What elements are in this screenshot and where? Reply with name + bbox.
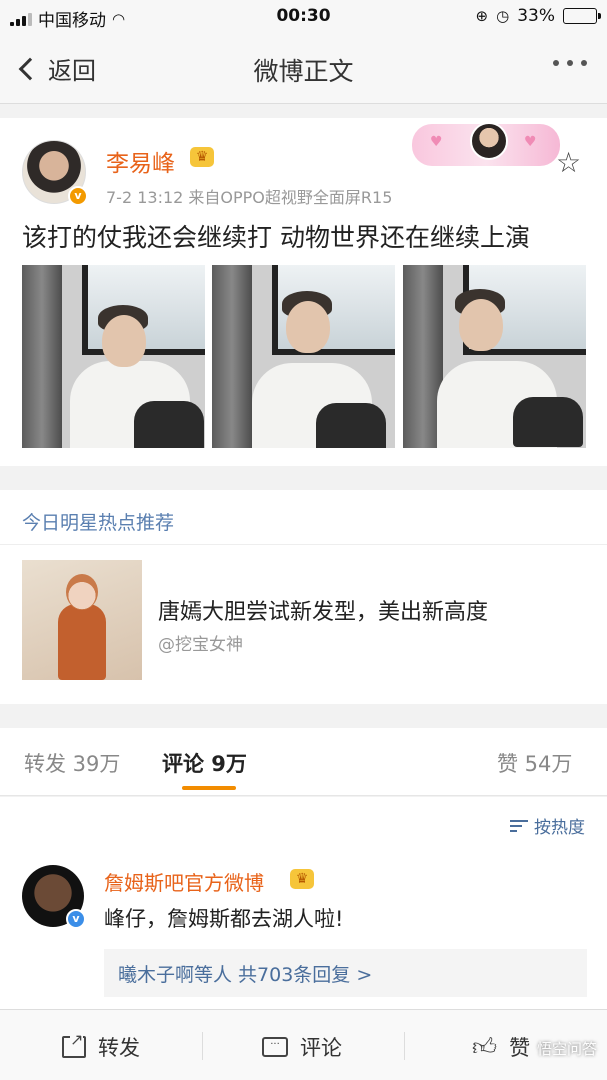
divider xyxy=(0,544,607,545)
rotation-lock-icon: ⊕ xyxy=(475,7,489,25)
author-name[interactable]: 李易峰 xyxy=(106,144,175,178)
fan-badge-banner[interactable]: ♥ ♥ xyxy=(412,122,560,166)
repost-button[interactable]: 转发 xyxy=(62,1030,140,1062)
sort-button[interactable]: 按热度 xyxy=(510,813,585,838)
like-label: 赞 xyxy=(509,1036,531,1060)
recommend-headline[interactable]: 唐嫣大胆尝试新发型，美出新高度 xyxy=(158,594,488,626)
post-meta: 7-2 13:12 来自OPPO超视野全面屏R15 xyxy=(106,188,393,207)
more-dot xyxy=(553,60,559,66)
status-bar: 中国移动 ◠ 00:30 ⊕ ◷ 33% xyxy=(0,0,607,34)
bottom-action-bar: 转发 ··· 评论 👍︎ 赞 悟空问答 xyxy=(0,1009,607,1080)
recommend-thumbnail[interactable] xyxy=(22,560,142,680)
comment-label: 评论 xyxy=(300,1036,342,1060)
member-crown-icon: ♛ xyxy=(290,869,314,889)
share-icon xyxy=(62,1030,86,1058)
tab-repost[interactable]: 转发 39万 xyxy=(24,748,120,778)
heart-icon: ♥ xyxy=(524,134,537,150)
divider xyxy=(404,1032,405,1060)
repost-label: 转发 xyxy=(98,1036,140,1060)
recommend-card: 今日明星热点推荐 唐嫣大胆尝试新发型，美出新高度 @挖宝女神 xyxy=(0,490,607,704)
battery-label: 33% xyxy=(517,6,555,26)
post-text: 该打的仗我还会继续打 动物世界还在继续上演 xyxy=(22,223,530,252)
post-photo[interactable] xyxy=(212,265,395,448)
verified-badge-icon: v xyxy=(66,909,86,929)
comment-list: 按热度 v 詹姆斯吧官方微博 ♛ 峰仔，詹姆斯都去湖人啦! 曦木子啊等人 共70… xyxy=(0,797,607,1009)
comment-icon: ··· xyxy=(262,1037,288,1057)
active-tab-indicator xyxy=(182,786,236,790)
recommend-section-title: 今日明星热点推荐 xyxy=(22,512,175,534)
commenter-name[interactable]: 詹姆斯吧官方微博 xyxy=(104,867,264,896)
battery-icon xyxy=(563,8,601,24)
favorite-star-icon[interactable]: ☆ xyxy=(556,146,581,179)
member-crown-icon: ♛ xyxy=(190,147,214,167)
comment-replies-link[interactable]: 曦木子啊等人 共703条回复 > xyxy=(104,949,587,997)
thumbs-up-icon: 👍︎ xyxy=(472,1033,498,1061)
status-right: ⊕ ◷ 33% xyxy=(475,6,601,26)
more-dot xyxy=(581,60,587,66)
like-button[interactable]: 👍︎ 赞 xyxy=(472,1032,530,1062)
nav-bar: 返回 微博正文 xyxy=(0,34,607,104)
heart-icon: ♥ xyxy=(430,134,443,150)
verified-badge-icon: v xyxy=(68,186,88,206)
banner-avatar xyxy=(470,122,508,160)
post-photo[interactable] xyxy=(22,265,205,448)
sort-label: 按热度 xyxy=(534,818,585,838)
post-tabs: 转发 39万 评论 9万 赞 54万 xyxy=(0,728,607,796)
tab-like[interactable]: 赞 54万 xyxy=(497,748,572,778)
divider xyxy=(202,1032,203,1060)
sort-icon xyxy=(510,819,528,832)
recommend-source[interactable]: @挖宝女神 xyxy=(158,630,243,655)
more-button[interactable] xyxy=(553,60,587,66)
more-dot xyxy=(567,60,573,66)
weibo-post: v 李易峰 ♛ 7-2 13:12 来自OPPO超视野全面屏R15 ♥ ♥ ☆ … xyxy=(0,118,607,466)
comment-button[interactable]: ··· 评论 xyxy=(262,1032,342,1062)
tab-comment[interactable]: 评论 9万 xyxy=(162,748,247,778)
post-photo[interactable] xyxy=(403,265,586,448)
page-title: 微博正文 xyxy=(253,57,354,86)
comment-text: 峰仔，詹姆斯都去湖人啦! xyxy=(104,907,344,931)
alarm-icon: ◷ xyxy=(496,7,510,25)
watermark: 悟空问答 xyxy=(536,1040,597,1058)
